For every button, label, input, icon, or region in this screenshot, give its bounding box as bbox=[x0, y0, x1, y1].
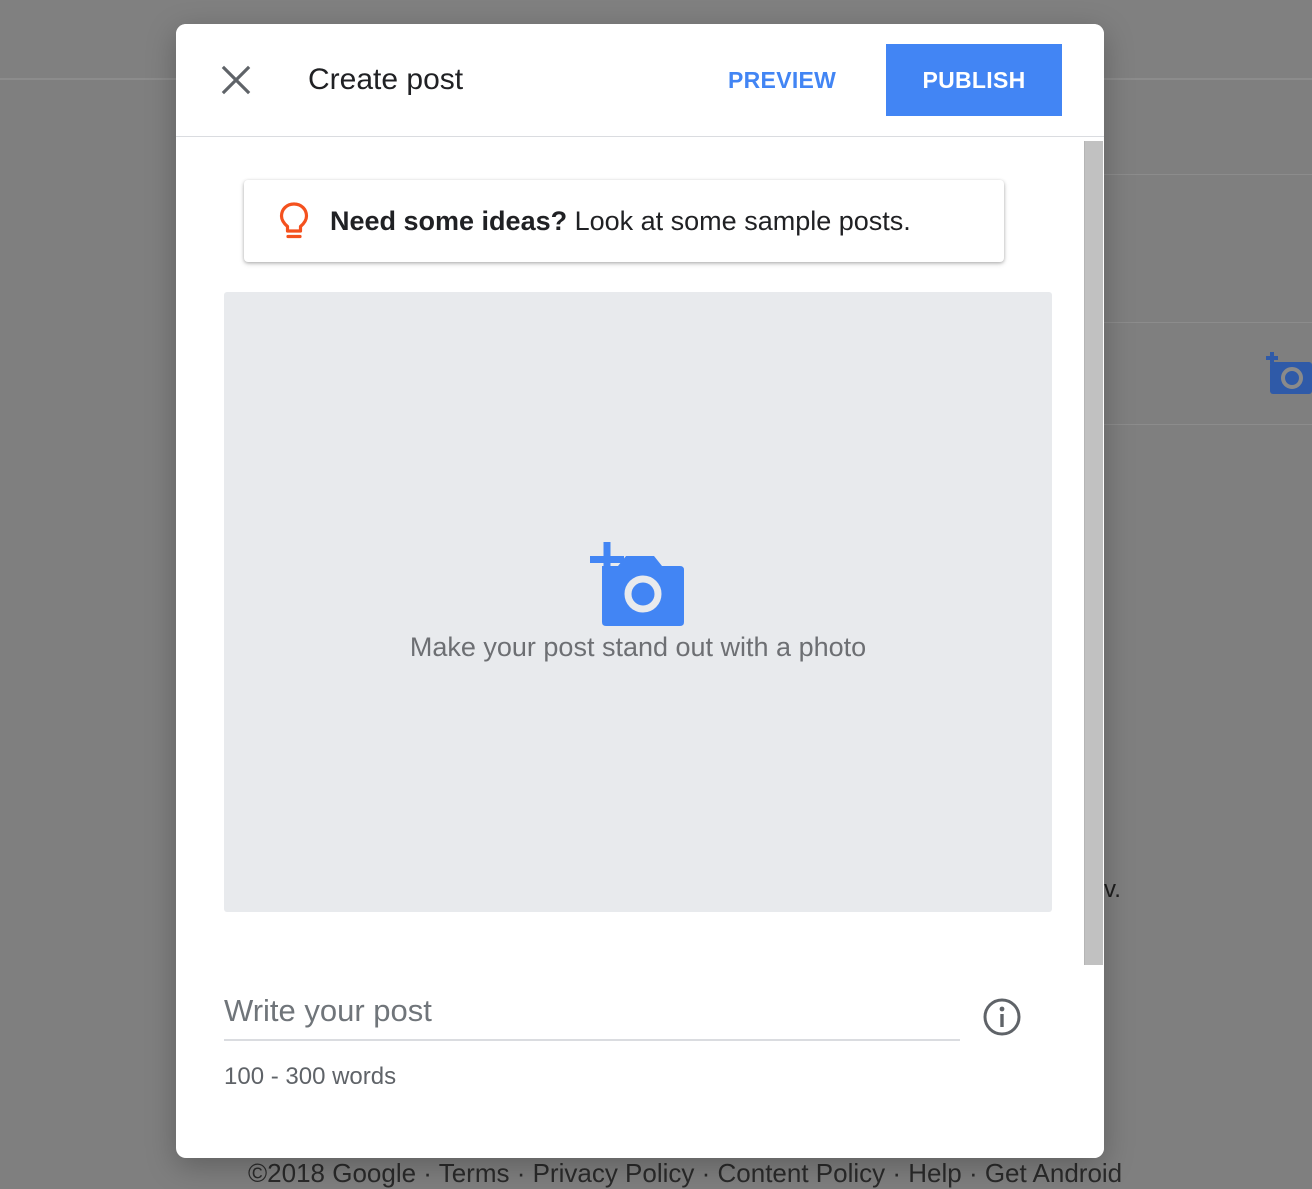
background-text-fragment: v. bbox=[1104, 876, 1121, 903]
background-divider bbox=[1104, 424, 1312, 425]
dialog-title: Create post bbox=[308, 63, 464, 96]
create-post-dialog: Create post PREVIEW PUBLISH Need some id… bbox=[176, 24, 1104, 1158]
background-divider bbox=[1104, 174, 1312, 175]
info-icon[interactable] bbox=[982, 997, 1022, 1037]
lightbulb-icon bbox=[279, 202, 309, 239]
add-photo-icon bbox=[590, 542, 684, 626]
sample-posts-text: Need some ideas? Look at some sample pos… bbox=[330, 203, 911, 239]
add-photo-label: Make your post stand out with a photo bbox=[409, 632, 867, 662]
sample-posts-card[interactable]: Need some ideas? Look at some sample pos… bbox=[244, 180, 1004, 262]
background-footer: ©2018 Google · Terms · Privacy Policy · … bbox=[248, 1158, 1123, 1188]
close-icon bbox=[221, 65, 251, 95]
post-input[interactable] bbox=[224, 987, 960, 1035]
dialog-header: Create post PREVIEW PUBLISH bbox=[176, 24, 1104, 137]
background-divider bbox=[1104, 322, 1312, 323]
preview-button[interactable]: PREVIEW bbox=[728, 60, 836, 100]
publish-button[interactable]: PUBLISH bbox=[886, 44, 1062, 116]
close-button[interactable] bbox=[216, 60, 256, 100]
word-count-hint: 100 - 300 words bbox=[224, 1063, 397, 1090]
add-photo-area[interactable]: Make your post stand out with a photo bbox=[224, 292, 1052, 912]
background-add-photo-icon bbox=[1266, 352, 1312, 394]
scrollbar-thumb[interactable] bbox=[1084, 141, 1103, 965]
dialog-content: Need some ideas? Look at some sample pos… bbox=[176, 137, 1104, 1158]
sample-posts-description: Look at some sample posts. bbox=[567, 206, 911, 236]
sample-posts-heading: Need some ideas? bbox=[330, 206, 568, 236]
post-field bbox=[224, 987, 960, 1041]
